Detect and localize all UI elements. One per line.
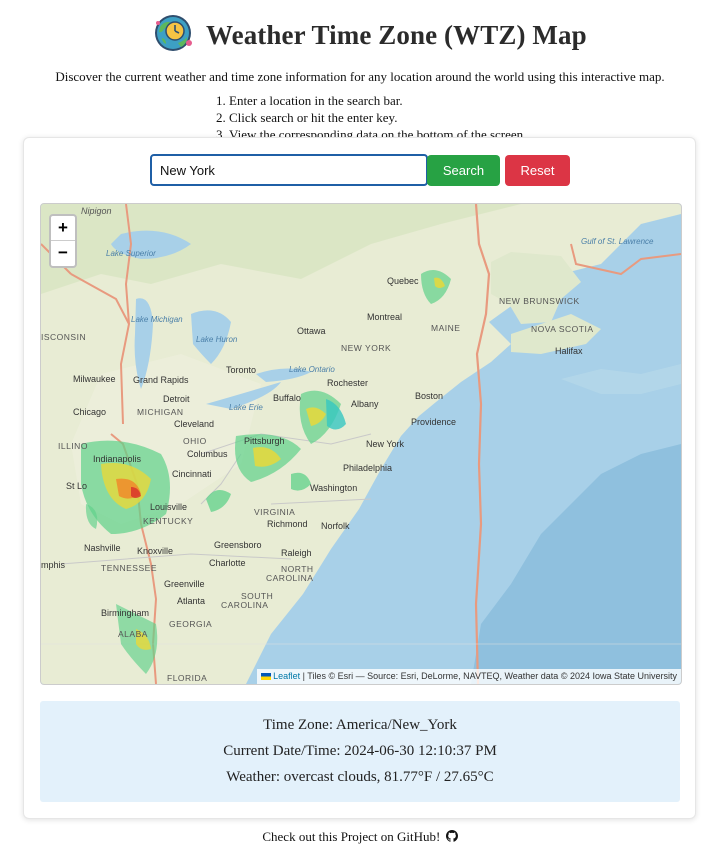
map-label: Louisville	[150, 502, 187, 512]
map-label: Birmingham	[101, 608, 149, 618]
map-label: Lake Ontario	[289, 365, 335, 374]
map-label: Rochester	[327, 378, 368, 388]
instruction-step: Enter a location in the search bar.	[229, 92, 526, 109]
footer: Check out this Project on GitHub!	[0, 829, 720, 845]
map-label: Indianapolis	[93, 454, 142, 464]
map-label: Philadelphia	[343, 463, 392, 473]
map-label: Nashville	[84, 543, 121, 553]
map-label: Albany	[351, 399, 379, 409]
map-label: Boston	[415, 391, 443, 401]
map-label: Pittsburgh	[244, 436, 285, 446]
search-button[interactable]: Search	[427, 155, 500, 186]
map-label: Raleigh	[281, 548, 312, 558]
map-label: Charlotte	[209, 558, 246, 568]
map-label: Gulf of St. Lawrence	[581, 237, 654, 246]
map-tiles[interactable]: Nipigon Lake Superior Lake Michigan Lake…	[41, 204, 681, 684]
map-label: MICHIGAN	[137, 407, 184, 417]
map-label: ALABA	[118, 629, 148, 639]
map-label: St Lo	[66, 481, 87, 491]
instruction-step: Click search or hit the enter key.	[229, 109, 526, 126]
map-label: Nipigon	[81, 206, 112, 216]
zoom-in-button[interactable]: +	[51, 216, 75, 241]
leaflet-link[interactable]: Leaflet	[273, 671, 300, 681]
map-label: Lake Michigan	[131, 315, 183, 324]
weather-map[interactable]: Nipigon Lake Superior Lake Michigan Lake…	[40, 203, 682, 685]
map-label: Chicago	[73, 407, 106, 417]
footer-text: Check out this Project on GitHub!	[262, 829, 444, 844]
weather-text: Weather: overcast clouds, 81.77°F / 27.6…	[226, 769, 494, 785]
map-label: New York	[366, 439, 405, 449]
map-label: CAROLINA	[221, 600, 268, 610]
map-label: KENTUCKY	[143, 516, 193, 526]
zoom-control: + −	[49, 214, 77, 268]
search-input[interactable]	[150, 154, 428, 186]
github-link[interactable]: Check out this Project on GitHub!	[262, 829, 458, 844]
map-label: Toronto	[226, 365, 256, 375]
ukraine-flag-icon	[261, 673, 272, 681]
map-label: VIRGINIA	[254, 507, 295, 517]
map-label: Detroit	[163, 394, 190, 404]
map-label: Cincinnati	[172, 469, 212, 479]
map-label: Lake Huron	[196, 335, 238, 344]
map-label: Cleveland	[174, 419, 214, 429]
map-label: GEORGIA	[169, 619, 212, 629]
attribution-text: | Tiles © Esri — Source: Esri, DeLorme, …	[300, 671, 677, 681]
map-label: Ottawa	[297, 326, 326, 336]
datetime-text: Current Date/Time: 2024-06-30 12:10:37 P…	[223, 743, 497, 759]
map-label: TENNESSEE	[101, 563, 157, 573]
page-title: Weather Time Zone (WTZ) Map	[206, 20, 587, 50]
map-label: Halifax	[555, 346, 583, 356]
map-label: Quebec	[387, 276, 419, 286]
map-label: Greensboro	[214, 540, 262, 550]
weather-info-panel: Time Zone: America/New_York Current Date…	[40, 701, 680, 802]
map-label: Providence	[411, 417, 456, 427]
zoom-out-button[interactable]: −	[51, 241, 75, 265]
map-label: Greenville	[164, 579, 205, 589]
map-label: Atlanta	[177, 596, 205, 606]
map-label: OHIO	[183, 436, 207, 446]
map-label: NEW YORK	[341, 343, 391, 353]
map-label: Norfolk	[321, 521, 350, 531]
map-label: Columbus	[187, 449, 228, 459]
map-label: MAINE	[431, 323, 460, 333]
page-header: Weather Time Zone (WTZ) Map	[0, 12, 720, 62]
map-label: ILLINO	[58, 441, 88, 451]
reset-button[interactable]: Reset	[505, 155, 570, 186]
instructions-list: Enter a location in the search bar. Clic…	[213, 92, 526, 143]
map-label: Richmond	[267, 519, 308, 529]
map-label: ISCONSIN	[41, 332, 86, 342]
main-card: Search Reset	[23, 137, 696, 819]
map-label: Montreal	[367, 312, 402, 322]
map-label: Knoxville	[137, 546, 173, 556]
map-label: Milwaukee	[73, 374, 116, 384]
timezone-text: Time Zone: America/New_York	[263, 717, 457, 733]
map-label: CAROLINA	[266, 573, 313, 583]
map-label: Grand Rapids	[133, 375, 189, 385]
intro-text: Discover the current weather and time zo…	[55, 69, 665, 84]
map-label: NOVA SCOTIA	[531, 324, 594, 334]
map-label: Buffalo	[273, 393, 301, 403]
github-icon	[445, 830, 458, 842]
map-label: Lake Erie	[229, 403, 263, 412]
map-label: mphis	[41, 560, 66, 570]
globe-clock-icon	[155, 15, 192, 51]
map-label: FLORIDA	[167, 673, 207, 683]
map-label: Washington	[310, 483, 357, 493]
map-label: NEW BRUNSWICK	[499, 296, 580, 306]
map-attribution: Leaflet | Tiles © Esri — Source: Esri, D…	[257, 669, 681, 684]
map-label: Lake Superior	[106, 249, 156, 258]
